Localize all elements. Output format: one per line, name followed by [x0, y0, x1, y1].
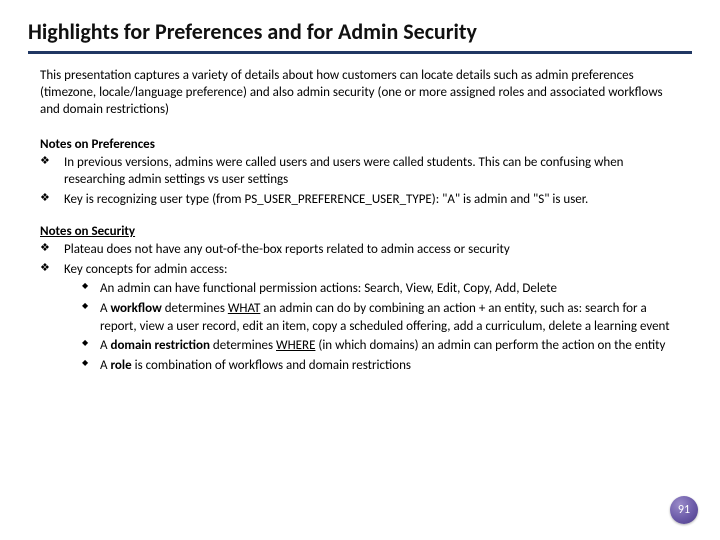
- list-item: A domain restriction determines WHERE (i…: [82, 337, 682, 355]
- list-item: A workflow determines WHAT an admin can …: [82, 300, 682, 335]
- list-item: In previous versions, admins were called…: [40, 154, 682, 189]
- slide: Highlights for Preferences and for Admin…: [0, 0, 720, 540]
- bold-term: workflow: [110, 301, 161, 316]
- list-item: Plateau does not have any out-of-the-box…: [40, 241, 682, 259]
- security-sublist: An admin can have functional permission …: [82, 280, 682, 374]
- security-heading: Notes on Security: [40, 224, 692, 239]
- security-list: Plateau does not have any out-of-the-box…: [40, 241, 682, 374]
- preferences-list: In previous versions, admins were called…: [40, 154, 682, 209]
- list-item: A role is combination of workflows and d…: [82, 357, 682, 375]
- list-item: Key is recognizing user type (from PS_US…: [40, 191, 682, 209]
- page-number-badge: 91: [670, 496, 698, 524]
- intro-paragraph: This presentation captures a variety of …: [40, 68, 682, 119]
- preferences-heading: Notes on Preferences: [40, 137, 692, 152]
- underlined-term: WHAT: [228, 301, 261, 316]
- list-item-text: Key concepts for admin access:: [64, 262, 227, 277]
- bold-term: domain restriction: [110, 338, 209, 353]
- underlined-term: WHERE: [276, 338, 315, 353]
- slide-title: Highlights for Preferences and for Admin…: [28, 18, 692, 54]
- list-item: Key concepts for admin access: An admin …: [40, 261, 682, 374]
- bold-term: role: [110, 358, 131, 373]
- list-item: An admin can have functional permission …: [82, 280, 682, 298]
